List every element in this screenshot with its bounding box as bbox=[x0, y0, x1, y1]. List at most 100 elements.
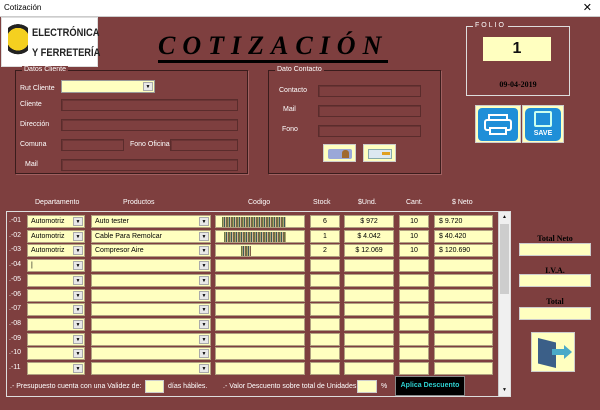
cant-input[interactable] bbox=[399, 347, 429, 361]
producto-select[interactable]: ▼ bbox=[91, 317, 211, 331]
departamento-select[interactable]: ▼ bbox=[27, 347, 85, 361]
cant-input[interactable]: 10 bbox=[399, 215, 429, 228]
table-row: .-07 ▼ ▼ bbox=[7, 303, 497, 317]
edit-card-button[interactable] bbox=[363, 144, 396, 162]
neto-cell bbox=[434, 347, 493, 361]
departamento-select[interactable]: Automotriz ▼ bbox=[27, 229, 85, 243]
departamento-select[interactable]: ▼ bbox=[27, 332, 85, 346]
cant-input[interactable] bbox=[399, 332, 429, 346]
departamento-select[interactable]: Automotriz ▼ bbox=[27, 215, 85, 228]
cant-input[interactable] bbox=[399, 303, 429, 317]
contacto-input[interactable] bbox=[318, 85, 421, 97]
fono-input[interactable] bbox=[318, 125, 421, 137]
cant-input[interactable] bbox=[399, 362, 429, 375]
chevron-down-icon[interactable]: ▼ bbox=[199, 334, 209, 344]
und-cell bbox=[344, 362, 394, 375]
producto-select[interactable]: Compresor Aire ▼ bbox=[91, 244, 211, 258]
chevron-down-icon[interactable]: ▼ bbox=[73, 319, 83, 329]
validez-dias-input[interactable] bbox=[145, 380, 164, 393]
chevron-down-icon[interactable]: ▼ bbox=[199, 349, 209, 359]
stock-cell bbox=[310, 259, 340, 273]
mail-input[interactable] bbox=[61, 159, 238, 171]
table-row: .-10 ▼ ▼ bbox=[7, 347, 497, 361]
departamento-select[interactable]: Automotriz ▼ bbox=[27, 244, 85, 258]
producto-select[interactable]: ▼ bbox=[91, 273, 211, 287]
chevron-down-icon[interactable]: ▼ bbox=[199, 319, 209, 329]
folio-label: FOLIO bbox=[473, 22, 509, 29]
chevron-down-icon[interactable]: ▼ bbox=[199, 246, 209, 256]
fono-oficina-input[interactable] bbox=[170, 139, 238, 151]
cant-input[interactable] bbox=[399, 273, 429, 287]
chevron-down-icon[interactable]: ▼ bbox=[199, 231, 209, 241]
cant-input[interactable] bbox=[399, 259, 429, 273]
chevron-down-icon[interactable]: ▼ bbox=[199, 261, 209, 271]
chevron-down-icon[interactable]: ▼ bbox=[73, 290, 83, 300]
fono-label: Fono bbox=[282, 126, 298, 133]
chevron-down-icon[interactable]: ▼ bbox=[73, 261, 83, 271]
cant-input[interactable] bbox=[399, 288, 429, 302]
aplica-descuento-button[interactable]: Aplica Descuento bbox=[395, 376, 465, 396]
departamento-select[interactable]: ▼ bbox=[27, 317, 85, 331]
table-row: .-01 Automotriz ▼ Auto tester ▼ 6 $ 972 10… bbox=[7, 215, 497, 229]
company-logo: ELECTRÓNICA Y FERRETERÍA bbox=[1, 17, 100, 67]
contact-card-button[interactable] bbox=[323, 144, 356, 162]
direccion-input[interactable] bbox=[61, 119, 238, 131]
neto-cell bbox=[434, 362, 493, 375]
producto-select[interactable]: ▼ bbox=[91, 362, 211, 375]
print-button[interactable] bbox=[475, 105, 521, 143]
row-number: .-07 bbox=[9, 305, 22, 313]
chevron-down-icon[interactable]: ▼ bbox=[199, 290, 209, 300]
chevron-down-icon[interactable]: ▼ bbox=[199, 305, 209, 315]
chevron-down-icon[interactable]: ▼ bbox=[143, 82, 153, 91]
grid-scrollbar[interactable]: ▲ ▼ bbox=[498, 212, 510, 396]
cliente-input[interactable] bbox=[61, 99, 238, 111]
producto-select[interactable]: Auto tester ▼ bbox=[91, 215, 211, 228]
departamento-select[interactable]: | ▼ bbox=[27, 259, 85, 273]
row-number: .-05 bbox=[9, 275, 22, 283]
table-row: .-03 Automotriz ▼ Compresor Aire ▼ 2 $ 12.… bbox=[7, 244, 497, 258]
row-number: .-01 bbox=[9, 217, 22, 224]
chevron-down-icon[interactable]: ▼ bbox=[73, 305, 83, 315]
producto-select[interactable]: ▼ bbox=[91, 288, 211, 302]
rut-cliente-select[interactable]: ▼ bbox=[61, 80, 155, 93]
departamento-select[interactable]: ▼ bbox=[27, 288, 85, 302]
chevron-down-icon[interactable]: ▼ bbox=[73, 246, 83, 256]
folio-date: 09-04-2019 bbox=[499, 80, 537, 89]
und-cell bbox=[344, 303, 394, 317]
cant-input[interactable]: 10 bbox=[399, 229, 429, 243]
header-productos: Productos bbox=[123, 199, 155, 206]
descuento-input[interactable] bbox=[357, 380, 377, 393]
scroll-down-icon[interactable]: ▼ bbox=[500, 386, 509, 395]
departamento-select[interactable]: ▼ bbox=[27, 303, 85, 317]
exit-button[interactable] bbox=[531, 332, 575, 372]
chevron-down-icon[interactable]: ▼ bbox=[73, 217, 83, 226]
chevron-down-icon[interactable]: ▼ bbox=[73, 275, 83, 285]
scroll-thumb[interactable] bbox=[500, 224, 509, 294]
bulb-icon bbox=[8, 24, 28, 62]
chevron-down-icon[interactable]: ▼ bbox=[73, 364, 83, 373]
stock-cell: 2 bbox=[310, 244, 340, 258]
chevron-down-icon[interactable]: ▼ bbox=[199, 275, 209, 285]
scroll-up-icon[interactable]: ▲ bbox=[500, 213, 509, 222]
producto-select[interactable]: ▼ bbox=[91, 303, 211, 317]
dato-contacto-legend: Dato Contacto bbox=[275, 66, 324, 73]
departamento-select[interactable]: ▼ bbox=[27, 273, 85, 287]
contacto-mail-input[interactable] bbox=[318, 105, 421, 117]
dias-text: días hábiles. bbox=[168, 383, 208, 390]
chevron-down-icon[interactable]: ▼ bbox=[73, 334, 83, 344]
producto-select[interactable]: ▼ bbox=[91, 259, 211, 273]
chevron-down-icon[interactable]: ▼ bbox=[199, 364, 209, 373]
chevron-down-icon[interactable]: ▼ bbox=[73, 349, 83, 359]
chevron-down-icon[interactable]: ▼ bbox=[73, 231, 83, 241]
departamento-select[interactable]: ▼ bbox=[27, 362, 85, 375]
producto-select[interactable]: Cable Para Remolcar ▼ bbox=[91, 229, 211, 243]
contacto-mail-label: Mail bbox=[283, 106, 296, 113]
chevron-down-icon[interactable]: ▼ bbox=[199, 217, 209, 226]
save-button[interactable]: SAVE bbox=[522, 105, 564, 143]
close-icon[interactable]: ✕ bbox=[583, 1, 592, 14]
producto-select[interactable]: ▼ bbox=[91, 347, 211, 361]
comuna-input[interactable] bbox=[61, 139, 124, 151]
cant-input[interactable]: 10 bbox=[399, 244, 429, 258]
cant-input[interactable] bbox=[399, 317, 429, 331]
producto-select[interactable]: ▼ bbox=[91, 332, 211, 346]
